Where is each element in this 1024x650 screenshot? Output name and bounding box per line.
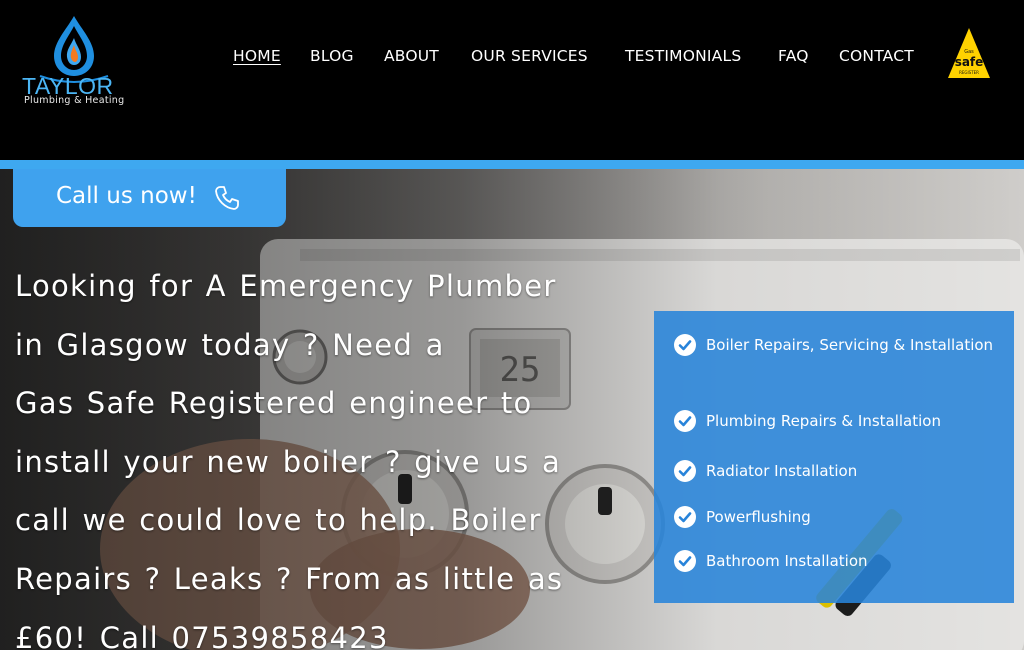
nav-testimonials[interactable]: TESTIMONIALS	[625, 47, 741, 65]
site-header: TAYLOR Plumbing & Heating HOME BLOG ABOU…	[0, 0, 1024, 160]
nav-about[interactable]: ABOUT	[384, 47, 439, 65]
service-label: Bathroom Installation	[706, 552, 868, 570]
check-circle-icon	[674, 550, 696, 572]
hero-line: Repairs ? Leaks ? From as little as	[15, 561, 564, 596]
nav-contact[interactable]: CONTACT	[839, 47, 914, 65]
nav-home[interactable]: HOME	[233, 47, 281, 65]
hero-line: call we could love to help. Boiler	[15, 503, 542, 538]
service-label: Radiator Installation	[706, 462, 858, 480]
check-circle-icon	[674, 410, 696, 432]
gas-safe-main: safe	[955, 55, 984, 69]
nav-blog[interactable]: BLOG	[310, 47, 354, 65]
gas-safe-bottom: REGISTER	[959, 70, 979, 75]
hero-headline: Looking for A Emergency Plumber in Glasg…	[15, 257, 635, 650]
hero-line: install your new boiler ? give us a	[15, 444, 562, 479]
hero-line: Gas Safe Registered engineer to	[15, 386, 533, 421]
hero-line: £60! Call 07539858423	[15, 620, 389, 650]
service-label: Powerflushing	[706, 508, 811, 526]
nav-our-services[interactable]: OUR SERVICES	[471, 47, 588, 65]
hero-line: Looking for A Emergency Plumber	[15, 269, 557, 303]
service-item: Boiler Repairs, Servicing & Installation	[674, 332, 1004, 386]
services-panel: Boiler Repairs, Servicing & Installation…	[654, 311, 1014, 603]
hero-line: in Glasgow today ? Need a	[15, 327, 445, 362]
gas-safe-badge-icon[interactable]: Gas safe REGISTER	[946, 26, 992, 80]
check-circle-icon	[674, 334, 696, 356]
check-circle-icon	[674, 460, 696, 482]
phone-icon	[215, 186, 239, 210]
service-label: Boiler Repairs, Servicing & Installation	[706, 336, 994, 354]
header-accent-strip	[0, 160, 1024, 169]
nav-faq[interactable]: FAQ	[778, 47, 809, 65]
check-circle-icon	[674, 506, 696, 528]
hero-section: 25 Call us now! Looking for A Emergency …	[0, 169, 1024, 650]
brand-tagline: Plumbing & Heating	[24, 95, 125, 106]
call-us-label: Call us now!	[56, 183, 197, 209]
service-label: Plumbing Repairs & Installation	[706, 412, 941, 430]
call-us-button[interactable]: Call us now!	[13, 169, 286, 227]
